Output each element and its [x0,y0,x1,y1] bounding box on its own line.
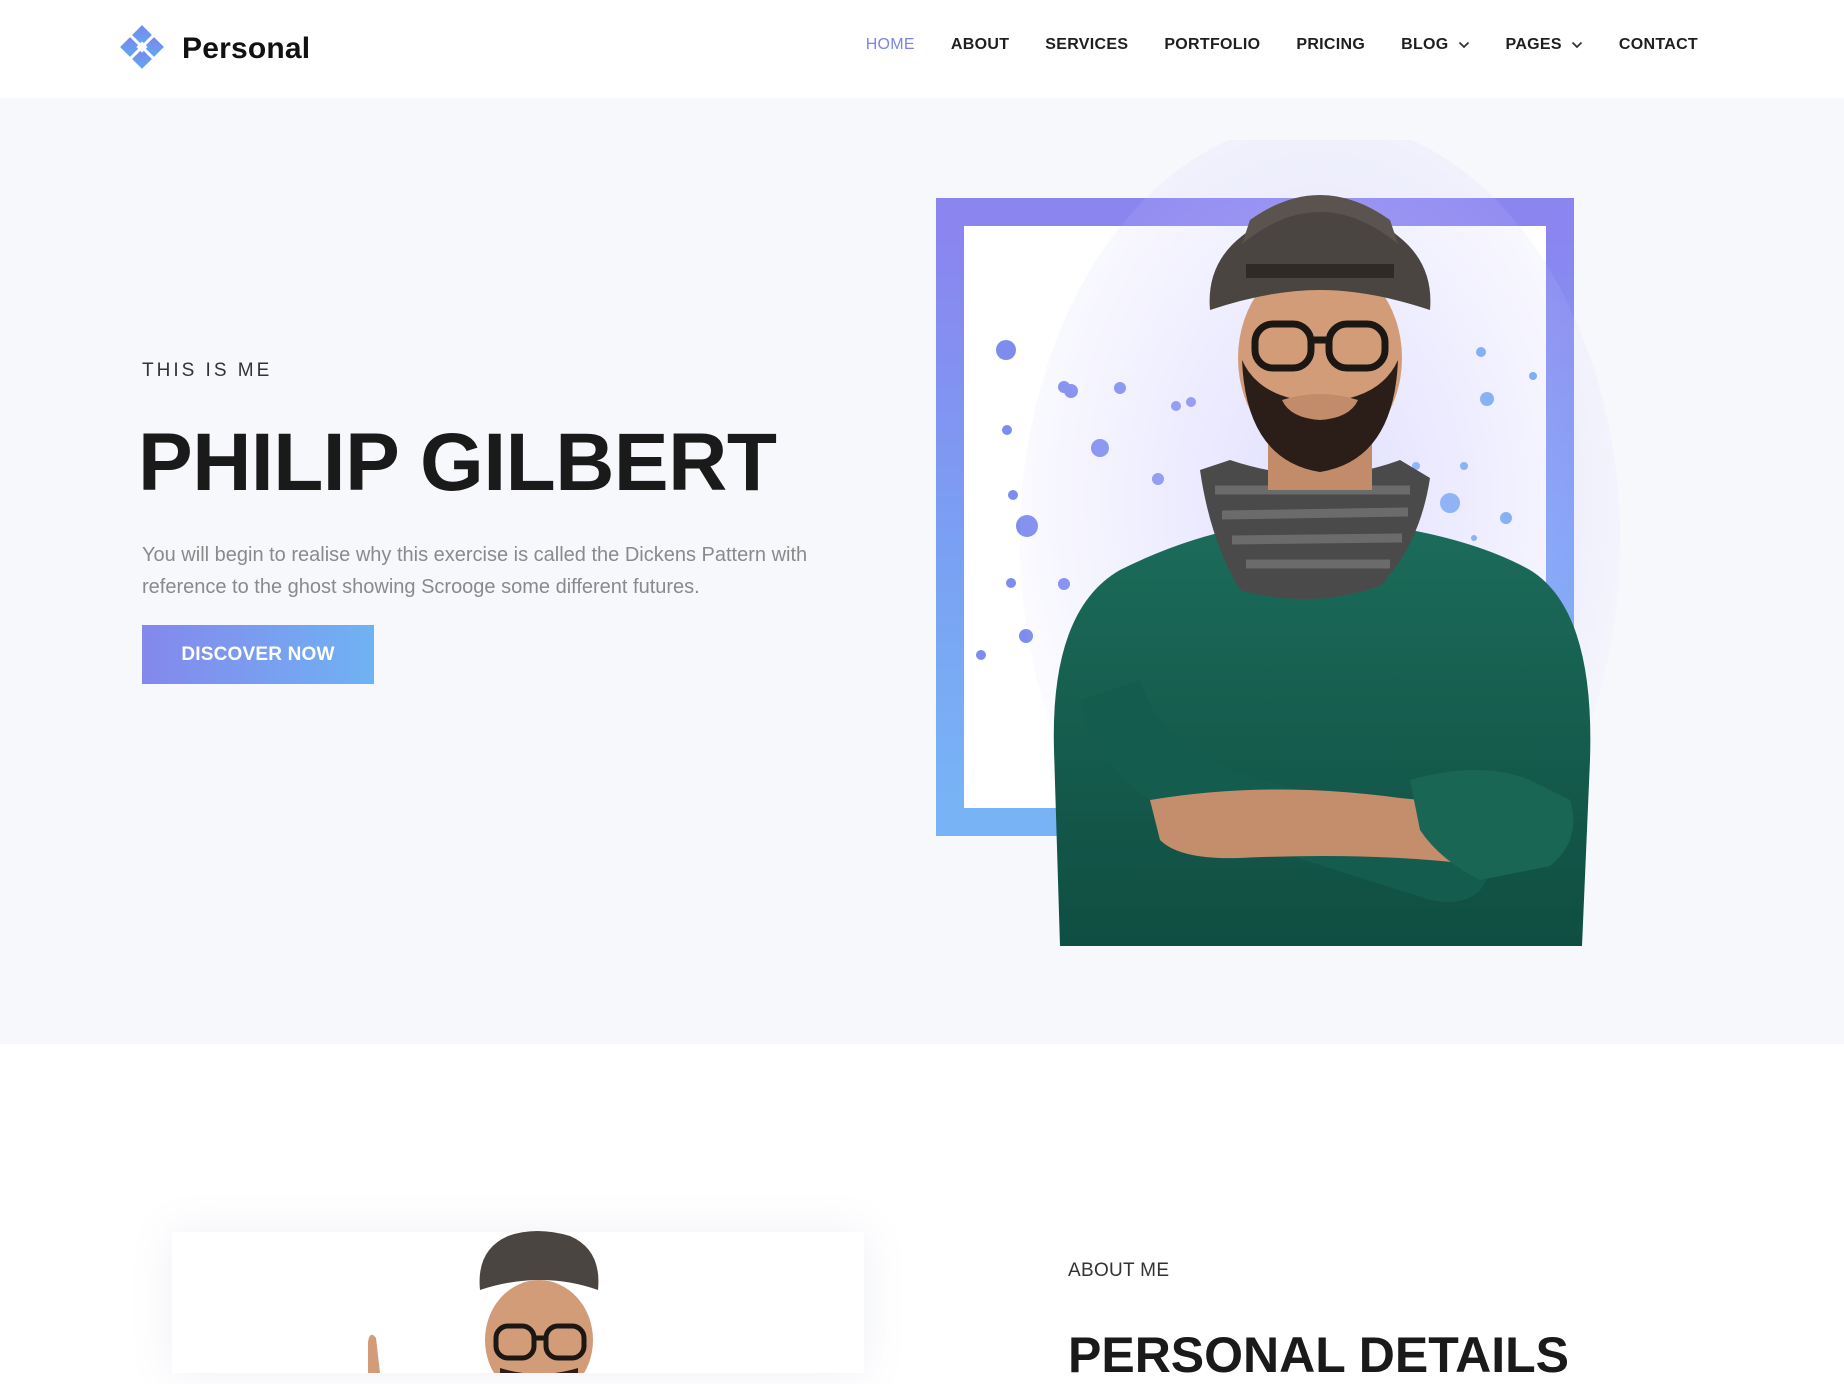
hero-title: PHILIP GILBERT [138,417,777,508]
chevron-down-icon [1458,41,1469,49]
nav-item-label: CONTACT [1618,36,1698,53]
nav-item-pages[interactable]: PAGES [1506,36,1583,54]
nav-item-home[interactable]: HOME [866,36,915,54]
nav-item-services[interactable]: SERVICES [1045,36,1128,54]
hero-eyebrow: THIS IS ME [142,360,273,381]
nav-item-label: BLOG [1401,36,1449,53]
nav-item-contact[interactable]: CONTACT [1619,36,1698,54]
nav-item-label: SERVICES [1045,36,1129,53]
nav-item-label: PAGES [1505,36,1562,53]
nav-item-label: PRICING [1296,36,1366,53]
hero-description: You will begin to realise why this exerc… [142,544,808,598]
brand-name: Personal [182,32,311,65]
nav-item-label: HOME [865,36,915,53]
discover-now-button[interactable]: DISCOVER NOW [142,625,374,684]
hero-portrait-photo [1020,140,1620,946]
site-header: Personal HOME ABOUT SERVICES PORTFOLIO P… [0,0,1844,98]
main-nav: HOME ABOUT SERVICES PORTFOLIO PRICING BL… [866,36,1698,54]
about-title: PERSONAL DETAILS [1068,1327,1569,1383]
nav-item-portfolio[interactable]: PORTFOLIO [1164,36,1260,54]
about-eyebrow: ABOUT ME [1068,1260,1170,1281]
about-portrait-photo [368,1231,599,1373]
nav-item-about[interactable]: ABOUT [951,36,1009,54]
nav-item-pricing[interactable]: PRICING [1296,36,1365,54]
nav-item-label: PORTFOLIO [1164,36,1261,53]
diamond-cluster-icon [120,25,164,69]
nav-item-blog[interactable]: BLOG [1401,36,1469,54]
brand-logo[interactable]: Personal [118,25,310,73]
chevron-down-icon [1571,41,1583,49]
nav-item-label: ABOUT [950,36,1010,53]
